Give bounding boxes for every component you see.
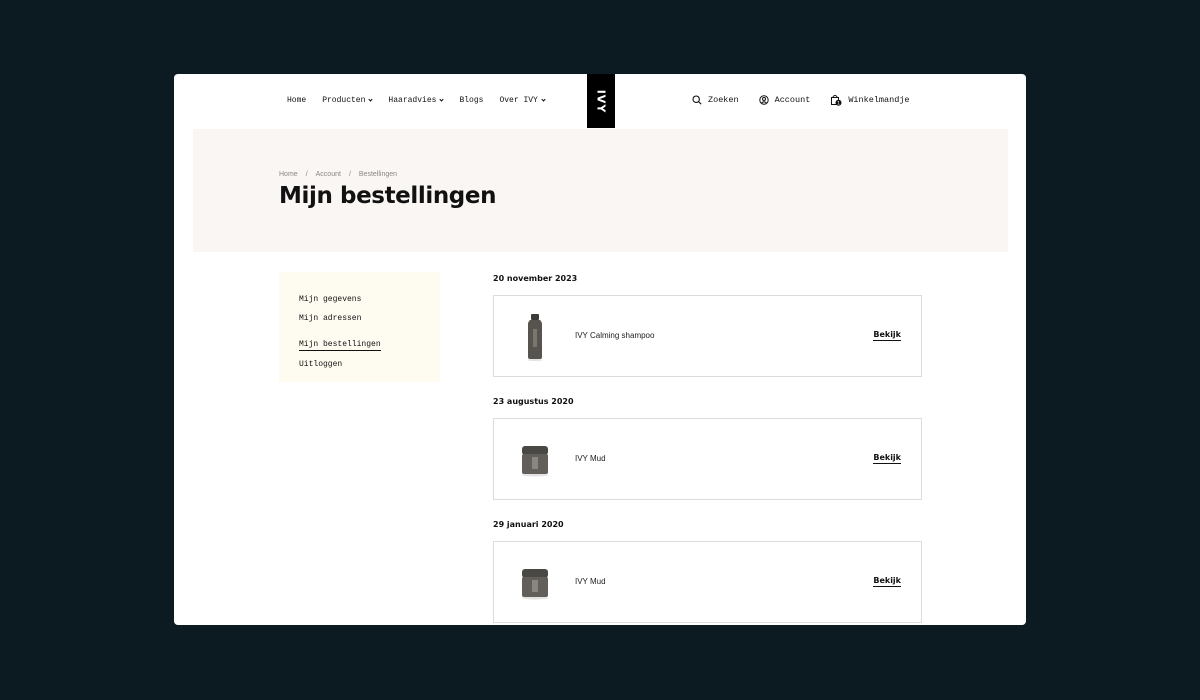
breadcrumb: Home / Account / Bestellingen	[279, 171, 405, 178]
view-order-link[interactable]: Bekijk	[873, 453, 901, 464]
nav-item-blogs[interactable]: Blogs	[459, 96, 483, 105]
browser-window: Home Producten Haaradvies Blogs Over IVY…	[174, 74, 1026, 625]
view-order-link[interactable]: Bekijk	[873, 330, 901, 341]
logo-text: IVY	[594, 89, 608, 113]
nav-item-producten[interactable]: Producten	[322, 96, 374, 105]
breadcrumb-home[interactable]: Home	[279, 171, 298, 178]
search-button[interactable]: Zoeken	[692, 95, 739, 105]
product-name: IVY Mud	[575, 454, 606, 463]
breadcrumb-separator: /	[305, 171, 308, 178]
brand-logo[interactable]: IVY	[587, 74, 615, 128]
product-name: IVY Mud	[575, 577, 606, 586]
nav-label: Blogs	[459, 96, 484, 105]
mud-jar-icon	[522, 569, 548, 600]
sidebar-item-adressen[interactable]: Mijn adressen	[299, 314, 440, 323]
chevron-down-icon	[439, 96, 445, 102]
site-header: Home Producten Haaradvies Blogs Over IVY…	[174, 74, 1026, 128]
nav-item-home[interactable]: Home	[287, 96, 306, 105]
product-image	[517, 312, 553, 362]
nav-item-over-ivy[interactable]: Over IVY	[499, 96, 546, 105]
order-date: 23 augustus 2020	[493, 397, 574, 406]
chevron-down-icon	[368, 96, 374, 102]
cart-count-badge: 1	[837, 100, 840, 106]
product-image	[517, 558, 553, 608]
shopping-bag-icon: 1	[831, 94, 842, 106]
breadcrumb-separator: /	[348, 171, 351, 178]
sidebar-item-bestellingen[interactable]: Mijn bestellingen	[299, 340, 381, 351]
cart-label: Winkelmandje	[848, 95, 910, 105]
order-card: IVY Mud Bekijk	[493, 541, 922, 623]
search-label: Zoeken	[708, 95, 739, 105]
breadcrumb-current: Bestellingen	[358, 171, 398, 178]
product-image	[517, 435, 553, 485]
cart-button[interactable]: 1 Winkelmandje	[830, 94, 910, 106]
chevron-down-icon	[541, 96, 546, 102]
account-icon	[758, 95, 769, 105]
nav-item-haaradvies[interactable]: Haaradvies	[388, 96, 445, 105]
mud-jar-icon	[522, 446, 548, 477]
account-sidebar: Mijn gegevens Mijn adressen Mijn bestell…	[279, 272, 440, 382]
nav-label: Haaradvies	[388, 96, 437, 105]
orders-list: 20 november 2023 IVY Calming shampoo Bek…	[493, 274, 922, 625]
sidebar-item-gegevens[interactable]: Mijn gegevens	[299, 295, 440, 304]
main-nav: Home Producten Haaradvies Blogs Over IVY	[287, 96, 561, 105]
order-card: IVY Calming shampoo Bekijk	[493, 295, 922, 377]
page-hero: Home / Account / Bestellingen Mijn beste…	[193, 129, 1008, 252]
order-date: 20 november 2023	[493, 274, 578, 283]
page-title: Mijn bestellingen	[279, 183, 497, 209]
header-utilities: Zoeken Account 1 Winkelmandje	[692, 94, 930, 106]
shampoo-bottle-icon	[527, 314, 543, 361]
nav-label: Over IVY	[499, 96, 538, 105]
search-icon	[692, 95, 702, 105]
account-label: Account	[774, 95, 811, 105]
order-date: 29 januari 2020	[493, 520, 564, 529]
nav-label: Producten	[322, 96, 366, 105]
order-card: IVY Mud Bekijk	[493, 418, 922, 500]
breadcrumb-account[interactable]: Account	[316, 171, 341, 178]
view-order-link[interactable]: Bekijk	[873, 576, 901, 587]
nav-label: Home	[287, 96, 307, 105]
account-button[interactable]: Account	[758, 95, 811, 105]
product-name: IVY Calming shampoo	[575, 331, 655, 340]
sidebar-item-uitloggen[interactable]: Uitloggen	[299, 360, 440, 369]
